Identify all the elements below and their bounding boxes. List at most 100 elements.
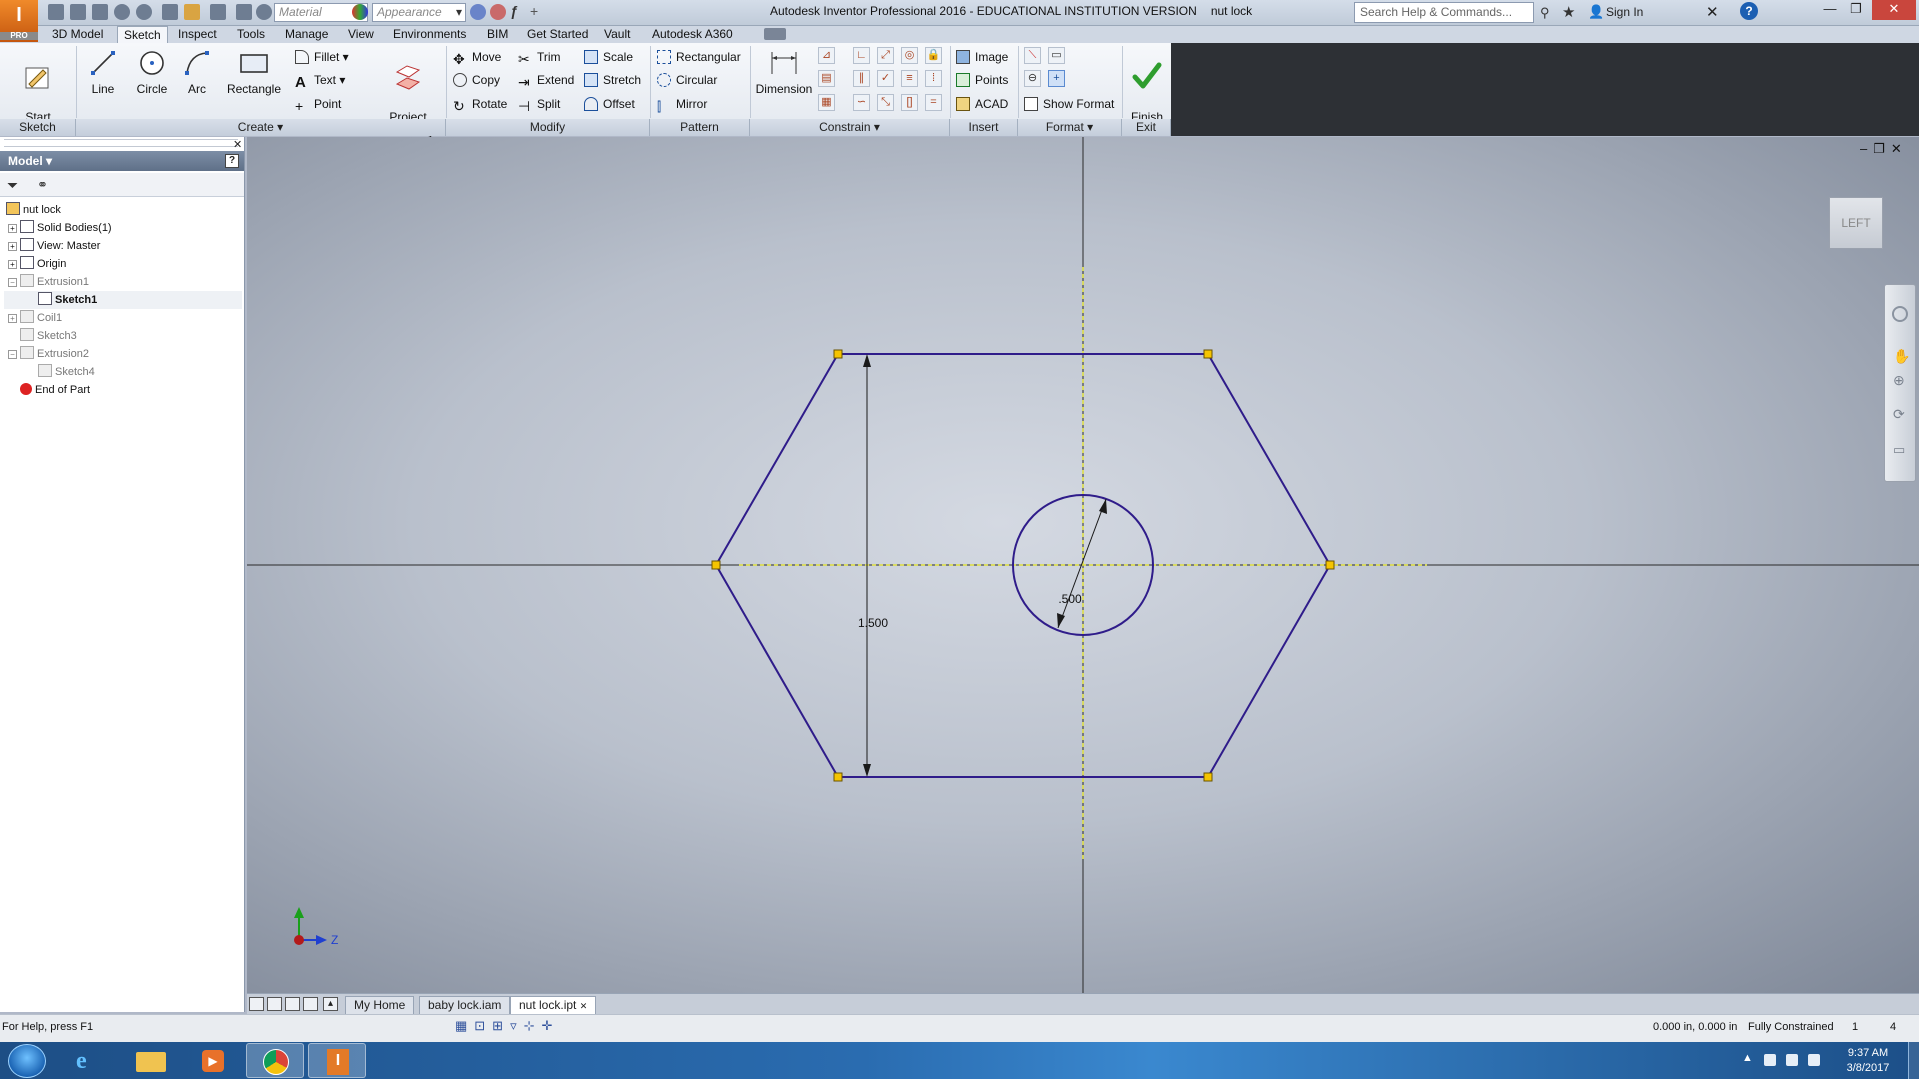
chrome-taskbar-button[interactable] [246,1043,304,1078]
select-filter-icon[interactable] [210,4,226,20]
adjust-icon[interactable] [470,4,486,20]
fix-constraint-icon[interactable]: 🔒 [925,47,942,64]
panel-label-create[interactable]: Create ▾ [76,119,446,136]
tangent-constraint-icon[interactable]: ✓ [877,70,894,87]
sketch-canvas[interactable]: 1.500 .500 Z [247,137,1919,993]
rotate-button[interactable]: ↻ Rotate [453,94,507,114]
rectangle-button[interactable]: Rectangle [222,48,286,96]
tab-sketch[interactable]: Sketch [117,26,168,43]
dimension-button[interactable]: Dimension [753,48,815,96]
sign-in-button[interactable]: Sign In [1606,5,1643,19]
horizontal-constraint-icon[interactable]: ⤡ [877,94,894,111]
tab-manage[interactable]: Manage [279,26,334,43]
tab-inspect[interactable]: Inspect [172,26,223,43]
point-button[interactable]: + Point [295,94,341,114]
minimize-window-button[interactable]: — [1816,0,1844,20]
internet-explorer-taskbar-button[interactable]: e [60,1043,118,1078]
collinear-constraint-icon[interactable]: ≡ [901,70,918,87]
equal-constraint-icon[interactable]: = [925,94,942,111]
update-icon[interactable] [236,4,252,20]
tab-bim[interactable]: BIM [481,26,514,43]
doc-tab-my-home[interactable]: My Home [345,996,415,1014]
tree-node[interactable]: − Extrusion2 [4,345,242,363]
binoculars-icon[interactable]: ⚲ [1540,5,1550,21]
start-button[interactable] [8,1044,46,1078]
centerpoint-icon[interactable]: ⊖ [1024,70,1041,87]
tree-node[interactable]: End of Part [4,381,242,399]
extend-button[interactable]: ⇥ Extend [518,70,574,90]
split-button[interactable]: ⊣ Split [518,94,560,114]
constraint-settings-icon[interactable]: ▦ [818,94,835,111]
tab-overflow-icon[interactable] [764,28,786,40]
panel-label-constrain[interactable]: Constrain ▾ [750,119,950,136]
smooth-constraint-icon[interactable]: ∽ [853,94,870,111]
doc-tab-nut-lock[interactable]: nut lock.ipt ✕ [510,996,597,1014]
favorites-star-icon[interactable]: ★ [1562,3,1575,21]
tree-node[interactable]: Sketch1 [4,291,242,309]
trim-button[interactable]: ✂ Trim [518,47,561,67]
redo-icon[interactable] [136,4,152,20]
tree-node[interactable]: Sketch3 [4,327,242,345]
tree-node[interactable]: Sketch4 [4,363,242,381]
tree-expander-icon[interactable]: + [8,314,17,323]
circular-pattern-button[interactable]: Circular [657,70,717,90]
restore-window-button[interactable]: ❐ [1842,0,1870,20]
panel-label-sketch[interactable]: Sketch [0,119,76,136]
browser-grip[interactable] [4,139,238,147]
save-icon[interactable] [92,4,108,20]
insert-points-button[interactable]: Points [956,70,1008,90]
tree-node[interactable]: + Solid Bodies(1) [4,219,242,237]
parallel-constraint-icon[interactable]: ∥ [853,70,870,87]
home-icon[interactable] [162,4,178,20]
project-icon[interactable] [184,4,200,20]
browser-close-icon[interactable]: ✕ [233,138,242,151]
move-button[interactable]: ✥ Move [453,47,501,67]
rectangular-pattern-button[interactable]: Rectangular [657,47,741,67]
tab-autodesk-a360[interactable]: Autodesk A360 [646,26,739,43]
system-clock[interactable]: 9:37 AM 3/8/2017 [1832,1046,1904,1076]
filter-icon[interactable]: ⏷ [7,177,18,194]
insert-image-button[interactable]: Image [956,47,1008,67]
view-face-icon[interactable]: ▭ [1893,442,1905,458]
close-window-button[interactable]: ✕ [1872,0,1916,20]
show-desktop-button[interactable] [1908,1042,1919,1079]
tree-expander-icon[interactable]: + [8,260,17,269]
browser-help-icon[interactable]: ? [225,154,239,168]
show-hidden-icons-chevron[interactable]: ▲ [1742,1052,1753,1064]
show-constraints-icon[interactable]: ▤ [818,70,835,87]
panel-label-pattern[interactable]: Pattern [650,119,750,136]
file-explorer-taskbar-button[interactable] [122,1043,180,1078]
perpendicular-constraint-icon[interactable]: ∟ [853,47,870,64]
stretch-button[interactable]: Stretch [584,70,641,90]
fillet-button[interactable]: Fillet ▾ [295,47,349,67]
tree-node[interactable]: + Origin [4,255,242,273]
mirror-button[interactable]: ⫿ Mirror [657,94,707,114]
centerline-icon[interactable]: + [1048,70,1065,87]
scale-button[interactable]: Scale [584,47,633,67]
tree-expander-icon[interactable]: − [8,278,17,287]
tree-expander-icon[interactable]: − [8,350,17,359]
offset-button[interactable]: Offset [584,94,635,114]
tab-get-started[interactable]: Get Started [521,26,594,43]
line-button[interactable]: Line [82,48,124,96]
tree-node[interactable]: nut lock [4,201,242,219]
steering-wheel-icon[interactable] [1892,306,1908,322]
construction-icon[interactable]: ⟍ [1024,47,1041,64]
network-icon[interactable] [1786,1054,1798,1066]
find-binoculars-icon[interactable]: ⚭ [37,177,48,193]
show-format-button[interactable]: Show Format [1024,94,1114,114]
help-search-input[interactable]: Search Help & Commands... [1354,2,1534,23]
new-file-icon[interactable] [48,4,64,20]
tab-3d-model[interactable]: 3D Model [46,26,109,43]
panel-label-format[interactable]: Format ▾ [1018,119,1122,136]
concentric-constraint-icon[interactable]: ◎ [901,47,918,64]
pan-hand-icon[interactable]: ✋ [1893,348,1910,365]
tree-expander-icon[interactable]: + [8,224,17,233]
tile-windows-icon[interactable] [267,997,282,1011]
tile-vertical-icon[interactable] [303,997,318,1011]
driven-dimension-icon[interactable]: ▭ [1048,47,1065,64]
cascade-windows-icon[interactable] [249,997,264,1011]
height-dimension-text[interactable]: 1.500 [858,616,888,630]
copy-button[interactable]: Copy [453,70,500,90]
help-icon[interactable]: ? [1740,2,1758,20]
